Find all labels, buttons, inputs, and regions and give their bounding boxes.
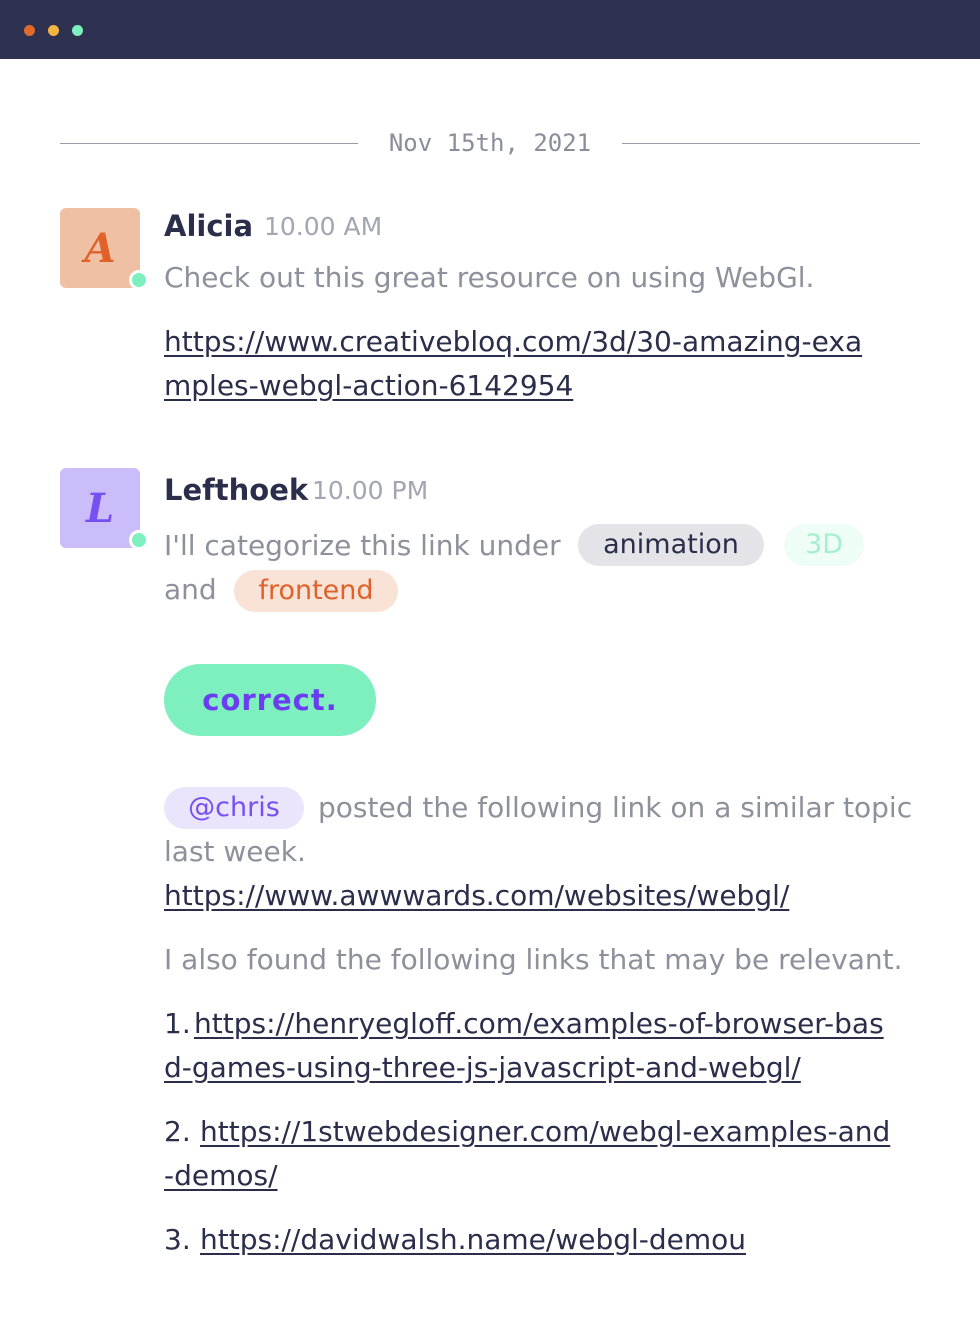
message-author[interactable]: Lefthoek: [164, 472, 308, 508]
minimize-window-dot[interactable]: [48, 25, 59, 36]
date-divider-left-line: [60, 143, 358, 144]
message-text-and: and: [164, 573, 217, 606]
message-text: I'll categorize this link under: [164, 529, 561, 562]
list-number: 3.: [164, 1223, 191, 1256]
avatar-letter: L: [85, 484, 115, 532]
online-status-dot: [129, 270, 149, 290]
message-time: 10.00 PM: [312, 476, 429, 505]
related-link-1-line-1[interactable]: https://henryegloff.com/examples-of-brow…: [194, 1002, 884, 1046]
resource-link-line-1[interactable]: https://www.creativebloq.com/3d/30-amazi…: [164, 320, 862, 364]
message-author[interactable]: Alicia: [164, 208, 253, 244]
tag-3d[interactable]: 3D: [784, 524, 864, 566]
list-number: 2.: [164, 1115, 191, 1148]
message-time: 10.00 AM: [264, 212, 383, 241]
mention-text-line-1: posted the following link on a similar t…: [318, 791, 913, 824]
mention-chris[interactable]: @chris: [164, 787, 304, 829]
correct-button[interactable]: correct.: [164, 664, 376, 736]
avatar-alicia[interactable]: A: [60, 208, 149, 290]
tag-animation[interactable]: animation: [578, 524, 764, 566]
related-link-2-line-2[interactable]: -demos/: [164, 1154, 278, 1198]
related-link-1-line-2[interactable]: d-games-using-three-js-javascript-and-we…: [164, 1046, 801, 1090]
resource-link-line-2[interactable]: mples-webgl-action-6142954: [164, 364, 573, 408]
related-link-3[interactable]: https://davidwalsh.name/webgl-demou: [200, 1218, 746, 1262]
avatar-letter: A: [84, 224, 116, 272]
message-text: Check out this great resource on using W…: [164, 261, 815, 294]
awwwards-link[interactable]: https://www.awwwards.com/websites/webgl/: [164, 874, 789, 918]
window-titlebar: [0, 0, 980, 59]
tag-frontend[interactable]: frontend: [234, 570, 398, 612]
related-intro-text: I also found the following links that ma…: [164, 943, 903, 976]
date-divider-right-line: [622, 143, 920, 144]
related-link-2-line-1[interactable]: https://1stwebdesigner.com/webgl-example…: [200, 1110, 890, 1154]
date-divider-label: Nov 15th, 2021: [388, 129, 592, 157]
online-status-dot: [129, 530, 149, 550]
list-number: 1.: [164, 1007, 191, 1040]
mention-text-line-2: last week.: [164, 835, 306, 868]
avatar-lefthoek[interactable]: L: [60, 468, 149, 550]
maximize-window-dot[interactable]: [72, 25, 83, 36]
close-window-dot[interactable]: [24, 25, 35, 36]
